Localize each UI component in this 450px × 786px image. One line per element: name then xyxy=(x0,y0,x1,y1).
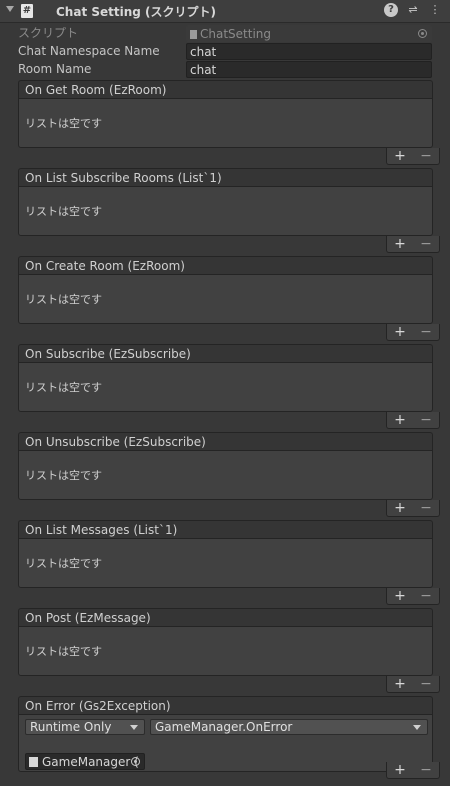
event-title: On Post (EzMessage) xyxy=(18,608,433,626)
event-title: On List Subscribe Rooms (List`1) xyxy=(18,168,433,186)
event-title: On Subscribe (EzSubscribe) xyxy=(18,344,433,362)
event-on-unsubscribe: On Unsubscribe (EzSubscribe) リストは空です xyxy=(18,432,433,500)
script-value: ChatSetting xyxy=(200,27,272,41)
list-controls: + − xyxy=(386,762,440,779)
event-title: On Unsubscribe (EzSubscribe) xyxy=(18,432,433,450)
event-on-list-messages: On List Messages (List`1) リストは空です xyxy=(18,520,433,588)
event-on-subscribe: On Subscribe (EzSubscribe) リストは空です xyxy=(18,344,433,412)
target-object-value: GameManager ( xyxy=(42,755,139,769)
component-title: Chat Setting (スクリプト) xyxy=(56,5,217,19)
function-dropdown[interactable]: GameManager.OnError xyxy=(150,719,428,735)
foldout-arrow-icon[interactable] xyxy=(6,6,14,12)
add-button[interactable]: + xyxy=(394,412,406,428)
more-menu-icon[interactable]: ⋮ xyxy=(428,3,442,17)
empty-list-text: リストは空です xyxy=(18,186,433,236)
remove-button[interactable]: − xyxy=(420,762,432,778)
add-button[interactable]: + xyxy=(394,588,406,604)
remove-button[interactable]: − xyxy=(420,588,432,604)
script-icon: # xyxy=(21,4,33,18)
chat-namespace-input[interactable]: chat xyxy=(186,43,432,60)
object-picker-icon xyxy=(418,29,427,38)
add-button[interactable]: + xyxy=(394,676,406,692)
empty-list-text: リストは空です xyxy=(18,362,433,412)
remove-button[interactable]: − xyxy=(420,148,432,164)
add-button[interactable]: + xyxy=(394,148,406,164)
remove-button[interactable]: − xyxy=(420,412,432,428)
list-controls: + − xyxy=(386,324,440,341)
add-button[interactable]: + xyxy=(394,500,406,516)
runtime-mode-value: Runtime Only xyxy=(30,720,112,734)
function-value: GameManager.OnError xyxy=(155,720,293,734)
chevron-down-icon xyxy=(130,725,138,730)
gameobject-icon xyxy=(29,757,38,767)
script-field: ChatSetting xyxy=(186,25,432,42)
list-controls: + − xyxy=(386,676,440,693)
remove-button[interactable]: − xyxy=(420,500,432,516)
object-picker-icon[interactable] xyxy=(131,757,140,766)
runtime-mode-dropdown[interactable]: Runtime Only xyxy=(25,719,145,735)
remove-button[interactable]: − xyxy=(420,236,432,252)
chevron-down-icon xyxy=(413,725,421,730)
target-object-field[interactable]: GameManager ( xyxy=(25,753,145,770)
list-controls: + − xyxy=(386,236,440,253)
empty-list-text: リストは空です xyxy=(18,626,433,676)
list-controls: + − xyxy=(386,588,440,605)
event-title: On Create Room (EzRoom) xyxy=(18,256,433,274)
empty-list-text: リストは空です xyxy=(18,538,433,588)
event-on-post: On Post (EzMessage) リストは空です xyxy=(18,608,433,676)
component-header[interactable]: # Chat Setting (スクリプト) ? ⇌ ⋮ xyxy=(0,0,450,23)
event-on-create-room: On Create Room (EzRoom) リストは空です xyxy=(18,256,433,324)
remove-button[interactable]: − xyxy=(420,676,432,692)
script-label: スクリプト xyxy=(18,26,79,40)
presets-icon[interactable]: ⇌ xyxy=(406,3,420,17)
script-file-icon xyxy=(190,30,197,39)
event-title: On Error (Gs2Exception) xyxy=(18,696,433,714)
add-button[interactable]: + xyxy=(394,236,406,252)
list-controls: + − xyxy=(386,500,440,517)
room-name-input[interactable]: chat xyxy=(186,61,432,78)
room-name-label: Room Name xyxy=(18,62,92,76)
event-on-error: On Error (Gs2Exception) Runtime Only Gam… xyxy=(18,696,433,772)
empty-list-text: リストは空です xyxy=(18,450,433,500)
event-on-get-room: On Get Room (EzRoom) リストは空です xyxy=(18,80,433,148)
event-title: On Get Room (EzRoom) xyxy=(18,80,433,98)
event-entry: Runtime Only GameManager.OnError GameMan… xyxy=(18,714,433,772)
empty-list-text: リストは空です xyxy=(18,98,433,148)
add-button[interactable]: + xyxy=(394,324,406,340)
list-controls: + − xyxy=(386,148,440,165)
event-on-list-subscribe-rooms: On List Subscribe Rooms (List`1) リストは空です xyxy=(18,168,433,236)
list-controls: + − xyxy=(386,412,440,429)
remove-button[interactable]: − xyxy=(420,324,432,340)
add-button[interactable]: + xyxy=(394,762,406,778)
event-title: On List Messages (List`1) xyxy=(18,520,433,538)
help-icon[interactable]: ? xyxy=(384,3,398,17)
empty-list-text: リストは空です xyxy=(18,274,433,324)
chat-namespace-label: Chat Namespace Name xyxy=(18,44,160,58)
